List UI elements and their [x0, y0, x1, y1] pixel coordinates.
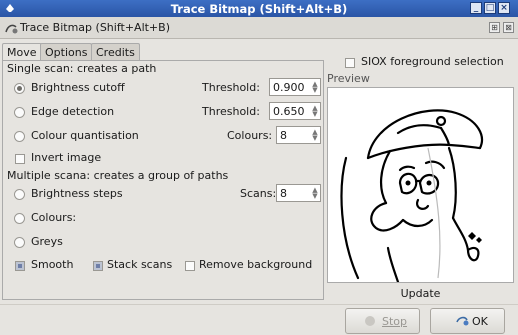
colour-quantisation-radio[interactable]	[14, 131, 25, 142]
invert-image-label: Invert image	[31, 151, 102, 164]
stop-label: Stop	[382, 315, 408, 328]
single-scan-header: Single scan: creates a path	[7, 62, 157, 75]
siox-label: SIOX foreground selection	[361, 55, 504, 68]
remove-background-checkbox[interactable]	[185, 261, 195, 271]
window-titlebar[interactable]: Trace Bitmap (Shift+Alt+B) _ □ ×	[0, 0, 518, 17]
update-label: Update	[400, 287, 441, 300]
ok-label: OK	[472, 315, 488, 328]
scans-value: 8	[280, 187, 287, 200]
stack-scans-label: Stack scans	[107, 258, 173, 271]
scans-label: Scans:	[240, 187, 277, 200]
colour-quantisation-label: Colour quantisation	[31, 129, 139, 142]
ok-icon	[456, 316, 469, 326]
scans-spinner[interactable]: 8 ▲ ▼	[276, 184, 321, 202]
invert-image-checkbox[interactable]	[15, 154, 25, 164]
preview-label: Preview	[327, 72, 370, 85]
close-button[interactable]: ×	[498, 2, 510, 14]
dock-close-button[interactable]: ⊠	[503, 22, 514, 33]
remove-background-label: Remove background	[199, 258, 313, 271]
colours-value: 8	[280, 129, 287, 142]
tab-credits[interactable]: Credits	[91, 43, 140, 60]
spinner-arrows-icon: ▲ ▼	[312, 128, 318, 142]
brightness-threshold-value: 0.900	[273, 81, 305, 94]
window-title: Trace Bitmap (Shift+Alt+B)	[170, 2, 348, 16]
edge-threshold-value: 0.650	[273, 105, 305, 118]
colours-count-label: Colours:	[227, 129, 273, 142]
spinner-arrows-icon: ▲ ▼	[312, 80, 318, 94]
edge-threshold-label: Threshold:	[202, 105, 260, 118]
colours-radio[interactable]	[14, 213, 25, 224]
tab-options[interactable]: Options	[40, 43, 93, 60]
spinner-arrows-icon: ▲ ▼	[312, 186, 318, 200]
brightness-cutoff-radio[interactable]	[14, 83, 25, 94]
greys-label: Greys	[31, 235, 63, 248]
multiple-scans-header: Multiple scana: creates a group of paths	[7, 169, 229, 182]
edge-detection-radio[interactable]	[14, 107, 25, 118]
greys-radio[interactable]	[14, 237, 25, 248]
minimize-button[interactable]: _	[470, 2, 482, 14]
dialog-action-bar: Stop OK	[0, 304, 518, 335]
options-panel: Single scan: creates a path Brightness c…	[2, 60, 324, 300]
dock-iconify-button[interactable]: ⊞	[489, 22, 500, 33]
siox-checkbox[interactable]	[345, 58, 355, 68]
brightness-threshold-spinner[interactable]: 0.900 ▲ ▼	[269, 78, 321, 96]
brightness-cutoff-label: Brightness cutoff	[31, 81, 125, 94]
stop-icon	[365, 316, 375, 326]
brightness-threshold-label: Threshold:	[202, 81, 260, 94]
trace-bitmap-icon	[5, 24, 18, 34]
maximize-button[interactable]: □	[484, 2, 496, 14]
update-button[interactable]: Update	[327, 284, 514, 302]
edge-detection-label: Edge detection	[31, 105, 115, 118]
brightness-steps-label: Brightness steps	[31, 187, 123, 200]
ok-button[interactable]: OK	[430, 308, 505, 334]
colours-spinner[interactable]: 8 ▲ ▼	[276, 126, 321, 144]
smooth-label: Smooth	[31, 258, 74, 271]
colours-label: Colours:	[31, 211, 77, 224]
tab-move[interactable]: Move	[2, 43, 42, 61]
dialog-dock-header: Trace Bitmap (Shift+Alt+B) ⊞ ⊠	[0, 17, 518, 39]
stop-button[interactable]: Stop	[345, 308, 420, 334]
edge-threshold-spinner[interactable]: 0.650 ▲ ▼	[269, 102, 321, 120]
stack-scans-checkbox[interactable]	[93, 261, 103, 271]
preview-image	[340, 109, 483, 284]
smooth-checkbox[interactable]	[15, 261, 25, 271]
preview-frame	[327, 87, 514, 284]
dock-label: Trace Bitmap (Shift+Alt+B)	[20, 21, 170, 34]
brightness-steps-radio[interactable]	[14, 189, 25, 200]
spinner-arrows-icon: ▲ ▼	[312, 104, 318, 118]
